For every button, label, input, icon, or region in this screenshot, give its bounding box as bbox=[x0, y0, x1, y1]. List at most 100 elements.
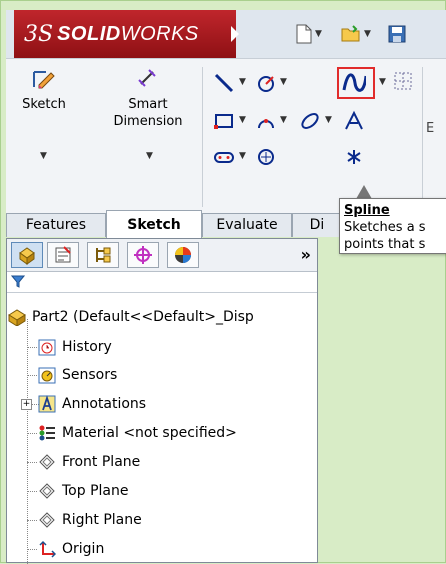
text-a-icon bbox=[345, 110, 363, 130]
smart-dimension-button[interactable]: Smart Dimension bbox=[98, 67, 198, 130]
tree-item-material[interactable]: Material <not specified> bbox=[37, 419, 237, 447]
centerline-tool[interactable] bbox=[342, 145, 366, 169]
property-manager-tab[interactable] bbox=[47, 242, 79, 268]
slot-icon bbox=[214, 152, 234, 163]
more-tabs-icon[interactable]: » bbox=[301, 245, 311, 264]
tree-item-origin[interactable]: Origin bbox=[37, 535, 104, 563]
tree-connector bbox=[27, 520, 37, 521]
rectangle-tool[interactable] bbox=[212, 109, 236, 133]
arc-tool[interactable] bbox=[254, 109, 278, 133]
appearance-icon bbox=[175, 247, 191, 263]
chevron-down-icon[interactable]: ▼ bbox=[239, 77, 246, 87]
chevron-down-icon[interactable]: ▼ bbox=[325, 115, 332, 125]
point-tool[interactable] bbox=[254, 145, 278, 169]
display-manager-tab[interactable] bbox=[167, 242, 199, 268]
save-button[interactable] bbox=[388, 23, 406, 45]
tree-item-label: Origin bbox=[62, 541, 105, 557]
tree-item-annotations[interactable]: Annotations bbox=[37, 390, 146, 418]
ribbon-separator bbox=[202, 67, 203, 207]
solidworks-logo[interactable]: 3S SOLIDWORKS bbox=[14, 10, 236, 58]
sketch-label: Sketch bbox=[22, 97, 66, 112]
slot-tool[interactable] bbox=[212, 145, 236, 169]
tree-item-front-plane[interactable]: Front Plane bbox=[37, 448, 140, 476]
tree-item-label: Top Plane bbox=[62, 483, 129, 499]
text-grid-tool[interactable] bbox=[391, 69, 415, 93]
tree-connector bbox=[27, 375, 37, 376]
tree-connector bbox=[27, 462, 37, 463]
configuration-icon bbox=[96, 247, 111, 263]
circle-icon bbox=[258, 76, 274, 92]
part-icon bbox=[19, 247, 35, 265]
sketch-text-tool[interactable] bbox=[342, 109, 366, 133]
tooltip-line: points that s bbox=[344, 237, 426, 252]
chevron-down-icon: ▼ bbox=[364, 29, 371, 39]
new-document-button[interactable]: ▼ bbox=[296, 23, 322, 45]
tab-sketch[interactable]: Sketch bbox=[106, 210, 202, 238]
ds-logo-mark: 3S bbox=[24, 21, 54, 47]
chevron-down-icon[interactable]: ▼ bbox=[40, 151, 47, 161]
chevron-down-icon: ▼ bbox=[315, 29, 322, 39]
crosshair-icon bbox=[134, 246, 152, 264]
manager-tabs: » bbox=[7, 239, 317, 272]
sketch-icon bbox=[33, 71, 55, 89]
tree-item-top-plane[interactable]: Top Plane bbox=[37, 477, 128, 505]
brand-name: SOLIDWORKS bbox=[57, 22, 199, 45]
feature-manager-tab[interactable] bbox=[11, 242, 43, 268]
sensor-icon bbox=[37, 365, 57, 385]
tree-filter-bar[interactable] bbox=[7, 272, 317, 293]
chevron-down-icon[interactable]: ▼ bbox=[280, 77, 287, 87]
chevron-down-icon[interactable]: ▼ bbox=[280, 115, 287, 125]
spline-tooltip: Spline Sketches a s points that s bbox=[339, 198, 446, 254]
chevron-down-icon[interactable]: ▼ bbox=[239, 151, 246, 161]
tree-item-label: Sensors bbox=[62, 367, 118, 383]
tab-dimxpert[interactable]: Di bbox=[292, 213, 342, 237]
history-icon bbox=[37, 337, 57, 357]
spline-icon bbox=[342, 73, 366, 92]
plane-icon bbox=[37, 510, 57, 530]
menu-arrow-icon[interactable] bbox=[231, 26, 239, 42]
tree-item-right-plane[interactable]: Right Plane bbox=[37, 506, 142, 534]
chevron-down-icon[interactable]: ▼ bbox=[146, 151, 153, 161]
sketch-button[interactable]: Sketch bbox=[14, 67, 74, 113]
tab-evaluate[interactable]: Evaluate bbox=[202, 213, 292, 237]
material-icon bbox=[37, 423, 57, 443]
origin-icon bbox=[37, 539, 57, 559]
tree-item-sensors[interactable]: Sensors bbox=[37, 361, 117, 389]
new-document-icon bbox=[296, 24, 312, 44]
circle-tool[interactable] bbox=[254, 71, 278, 95]
tree-item-label: Material <not specified> bbox=[62, 425, 237, 441]
plane-icon bbox=[37, 452, 57, 472]
spline-tool[interactable] bbox=[342, 71, 366, 95]
dimxpert-manager-tab[interactable] bbox=[127, 242, 159, 268]
feature-manager-tree: » Part2 (Default<<Default>_Disp History … bbox=[6, 238, 318, 564]
open-document-button[interactable]: ▼ bbox=[341, 23, 371, 45]
chevron-down-icon[interactable]: ▼ bbox=[379, 77, 386, 87]
tree-item-label: Front Plane bbox=[62, 454, 141, 470]
annotations-icon bbox=[37, 394, 57, 414]
tree-root-part[interactable]: Part2 (Default<<Default>_Disp bbox=[7, 303, 254, 331]
tooltip-title: Spline bbox=[344, 203, 390, 218]
command-manager-ribbon: Sketch ▼ Smart Dimension ▼ ▼ ▼ ▼ ▼ ▼ ▼ ▼ bbox=[6, 58, 446, 214]
grid-icon bbox=[394, 72, 412, 90]
line-icon bbox=[214, 73, 234, 93]
save-icon bbox=[388, 25, 406, 43]
tooltip-line: Sketches a s bbox=[344, 220, 426, 235]
plane-icon bbox=[37, 481, 57, 501]
arc-icon bbox=[258, 119, 274, 129]
part-label: Part2 (Default<<Default>_Disp bbox=[32, 309, 254, 325]
smart-dimension-label-2: Dimension bbox=[113, 114, 183, 129]
configuration-manager-tab[interactable] bbox=[87, 242, 119, 268]
ellipse-tool[interactable] bbox=[298, 109, 322, 133]
line-tool[interactable] bbox=[212, 71, 236, 95]
rectangle-icon bbox=[214, 114, 233, 129]
partial-ribbon-label: E bbox=[426, 121, 435, 136]
chevron-down-icon[interactable]: ▼ bbox=[239, 115, 246, 125]
asterisk-icon bbox=[347, 150, 361, 164]
tree-connector bbox=[27, 347, 37, 348]
property-icon bbox=[55, 246, 71, 263]
tree-connector bbox=[27, 433, 37, 434]
tab-features[interactable]: Features bbox=[6, 213, 106, 237]
smart-dimension-label-1: Smart bbox=[128, 97, 168, 112]
tree-item-label: Right Plane bbox=[62, 512, 142, 528]
tree-item-history[interactable]: History bbox=[37, 333, 112, 361]
